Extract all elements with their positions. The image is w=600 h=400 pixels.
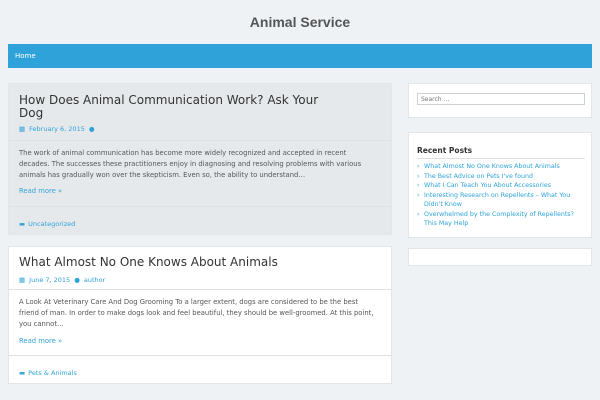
nav-item-home[interactable]: Home [15, 44, 36, 68]
read-more-link[interactable]: Read more » [19, 187, 62, 195]
post-meta: ▦ June 7, 2015 ● author [19, 276, 105, 284]
post-card: How Does Animal Communication Work? Ask … [8, 83, 392, 235]
divider [9, 206, 391, 207]
category-link[interactable]: Uncategorized [28, 220, 75, 228]
post-author[interactable]: author [84, 276, 105, 284]
list-item: Overwhelmed by the Complexity of Repelle… [417, 210, 587, 229]
list-item: What Almost No One Knows About Animals [417, 162, 587, 172]
widget-title: Recent Posts [417, 146, 473, 155]
search-widget [408, 83, 592, 118]
post-category: ▬ Pets & Animals [19, 369, 77, 377]
post-title[interactable]: What Almost No One Knows About Animals [19, 256, 339, 269]
recent-post-link[interactable]: The Best Advice on Pets I've found [424, 173, 533, 180]
user-icon[interactable]: ● [89, 125, 95, 133]
recent-post-link[interactable]: Overwhelmed by the Complexity of Repelle… [424, 211, 574, 228]
recent-post-link[interactable]: What Almost No One Knows About Animals [424, 163, 560, 170]
divider [9, 355, 391, 356]
recent-post-link[interactable]: What I Can Teach You About Accessories [424, 182, 551, 189]
site-title[interactable]: Animal Service [0, 0, 600, 44]
user-icon: ● [74, 276, 80, 284]
category-link[interactable]: Pets & Animals [28, 369, 77, 377]
post-title[interactable]: How Does Animal Communication Work? Ask … [19, 94, 339, 120]
post-excerpt: The work of animal communication has bec… [19, 149, 362, 179]
recent-posts-widget: Recent Posts What Almost No One Knows Ab… [408, 132, 592, 238]
divider [417, 158, 585, 159]
divider [9, 289, 391, 290]
divider [9, 140, 391, 141]
recent-posts-list: What Almost No One Knows About Animals T… [417, 162, 587, 229]
calendar-icon: ▦ [19, 125, 26, 133]
main-navigation: Home [8, 44, 592, 68]
post-category: ▬ Uncategorized [19, 220, 75, 228]
folder-icon: ▬ [19, 369, 26, 377]
list-item: The Best Advice on Pets I've found [417, 172, 587, 182]
post-card: What Almost No One Knows About Animals ▦… [8, 246, 392, 384]
post-date[interactable]: February 6, 2015 [29, 125, 85, 133]
read-more-link[interactable]: Read more » [19, 337, 62, 345]
calendar-icon: ▦ [19, 276, 26, 284]
list-item: Interesting Research on Repellents – Wha… [417, 191, 587, 210]
post-date[interactable]: June 7, 2015 [29, 276, 70, 284]
post-excerpt: A Look At Veterinary Care And Dog Groomi… [19, 298, 374, 328]
empty-widget [408, 248, 592, 266]
folder-icon: ▬ [19, 220, 26, 228]
search-input[interactable] [417, 93, 585, 105]
post-meta: ▦ February 6, 2015 ● [19, 125, 99, 133]
list-item: What I Can Teach You About Accessories [417, 181, 587, 191]
recent-post-link[interactable]: Interesting Research on Repellents – Wha… [424, 192, 570, 209]
